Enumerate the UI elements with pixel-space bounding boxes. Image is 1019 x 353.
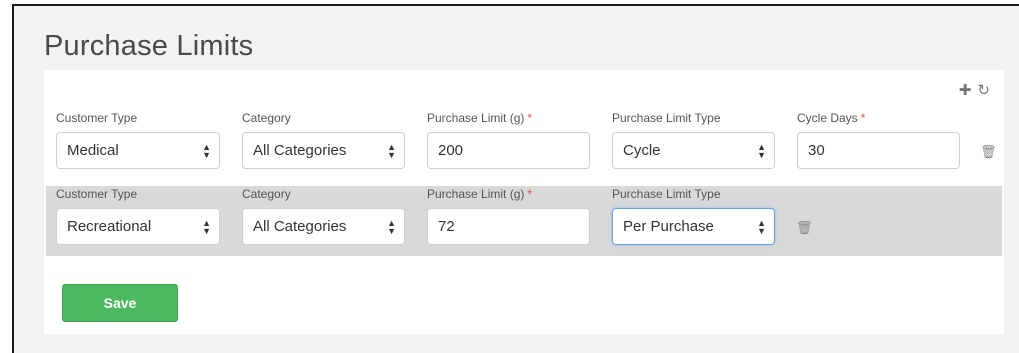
purchase-limit-input[interactable]: 72 [427, 208, 590, 245]
select-arrows-icon: ▲ ▼ [202, 217, 211, 236]
purchase-limit-type-field: Purchase Limit Type Per Purchase ▲ ▼ [612, 186, 775, 245]
purchase-limit-type-select[interactable]: Cycle ▲ ▼ [612, 132, 775, 169]
window-frame: Purchase Limits ✚ ↻ Customer Type Medica… [12, 4, 1019, 353]
cycle-days-label: Cycle Days * [797, 111, 866, 125]
customer-type-select[interactable]: Medical ▲ ▼ [56, 132, 220, 169]
page-title: Purchase Limits [44, 30, 254, 62]
purchase-limit-type-label: Purchase Limit Type [612, 111, 721, 125]
purchase-limit-value: 200 [438, 142, 464, 159]
category-label: Category [242, 187, 291, 201]
purchase-limit-field: Purchase Limit (g) * 72 [427, 186, 590, 245]
cycle-days-input[interactable]: 30 [797, 132, 960, 169]
select-arrows-icon: ▲ ▼ [387, 141, 396, 160]
save-button[interactable]: Save [62, 284, 178, 322]
cycle-days-field: Cycle Days * 30 [797, 110, 960, 169]
required-mark: * [527, 111, 533, 125]
plus-icon[interactable]: ✚ [959, 83, 972, 98]
customer-type-label: Customer Type [56, 111, 138, 125]
purchase-limit-value: 72 [438, 218, 455, 235]
purchase-limit-type-label: Purchase Limit Type [612, 187, 721, 201]
category-field: Category All Categories ▲ ▼ [242, 110, 405, 169]
required-mark: * [860, 111, 866, 125]
category-value: All Categories [253, 218, 347, 235]
purchase-limit-type-value: Cycle [623, 142, 661, 159]
select-arrows-icon: ▲ ▼ [387, 217, 396, 236]
purchase-limit-type-field: Purchase Limit Type Cycle ▲ ▼ [612, 110, 775, 169]
limit-row: Customer Type Medical ▲ ▼ Category All Ca… [46, 110, 1002, 182]
customer-type-field: Customer Type Recreational ▲ ▼ [56, 186, 220, 245]
customer-type-value: Medical [67, 142, 119, 159]
cycle-days-value: 30 [808, 142, 825, 159]
refresh-icon[interactable]: ↻ [977, 83, 990, 98]
purchase-limit-input[interactable]: 200 [427, 132, 590, 169]
required-mark: * [527, 187, 533, 201]
category-select[interactable]: All Categories ▲ ▼ [242, 132, 405, 169]
customer-type-field: Customer Type Medical ▲ ▼ [56, 110, 220, 169]
customer-type-label: Customer Type [56, 187, 138, 201]
customer-type-select[interactable]: Recreational ▲ ▼ [56, 208, 220, 245]
customer-type-value: Recreational [67, 218, 152, 235]
category-label: Category [242, 111, 291, 125]
purchase-limits-card: ✚ ↻ Customer Type Medical ▲ ▼ Category Al… [44, 70, 1004, 334]
purchase-limit-type-select[interactable]: Per Purchase ▲ ▼ [612, 208, 775, 245]
select-arrows-icon: ▲ ▼ [757, 141, 766, 160]
select-arrows-icon: ▲ ▼ [202, 141, 211, 160]
select-arrows-icon: ▲ ▼ [757, 217, 766, 236]
category-field: Category All Categories ▲ ▼ [242, 186, 405, 245]
purchase-limit-label: Purchase Limit (g) * [427, 111, 533, 125]
card-toolbar: ✚ ↻ [959, 83, 990, 98]
limit-row: Customer Type Recreational ▲ ▼ Category A… [46, 186, 1002, 256]
trash-icon[interactable]: 🗑 [796, 220, 813, 236]
purchase-limit-field: Purchase Limit (g) * 200 [427, 110, 590, 169]
category-value: All Categories [253, 142, 347, 159]
trash-icon[interactable]: 🗑 [980, 144, 997, 160]
category-select[interactable]: All Categories ▲ ▼ [242, 208, 405, 245]
purchase-limit-label: Purchase Limit (g) * [427, 187, 533, 201]
purchase-limit-type-value: Per Purchase [623, 218, 714, 235]
